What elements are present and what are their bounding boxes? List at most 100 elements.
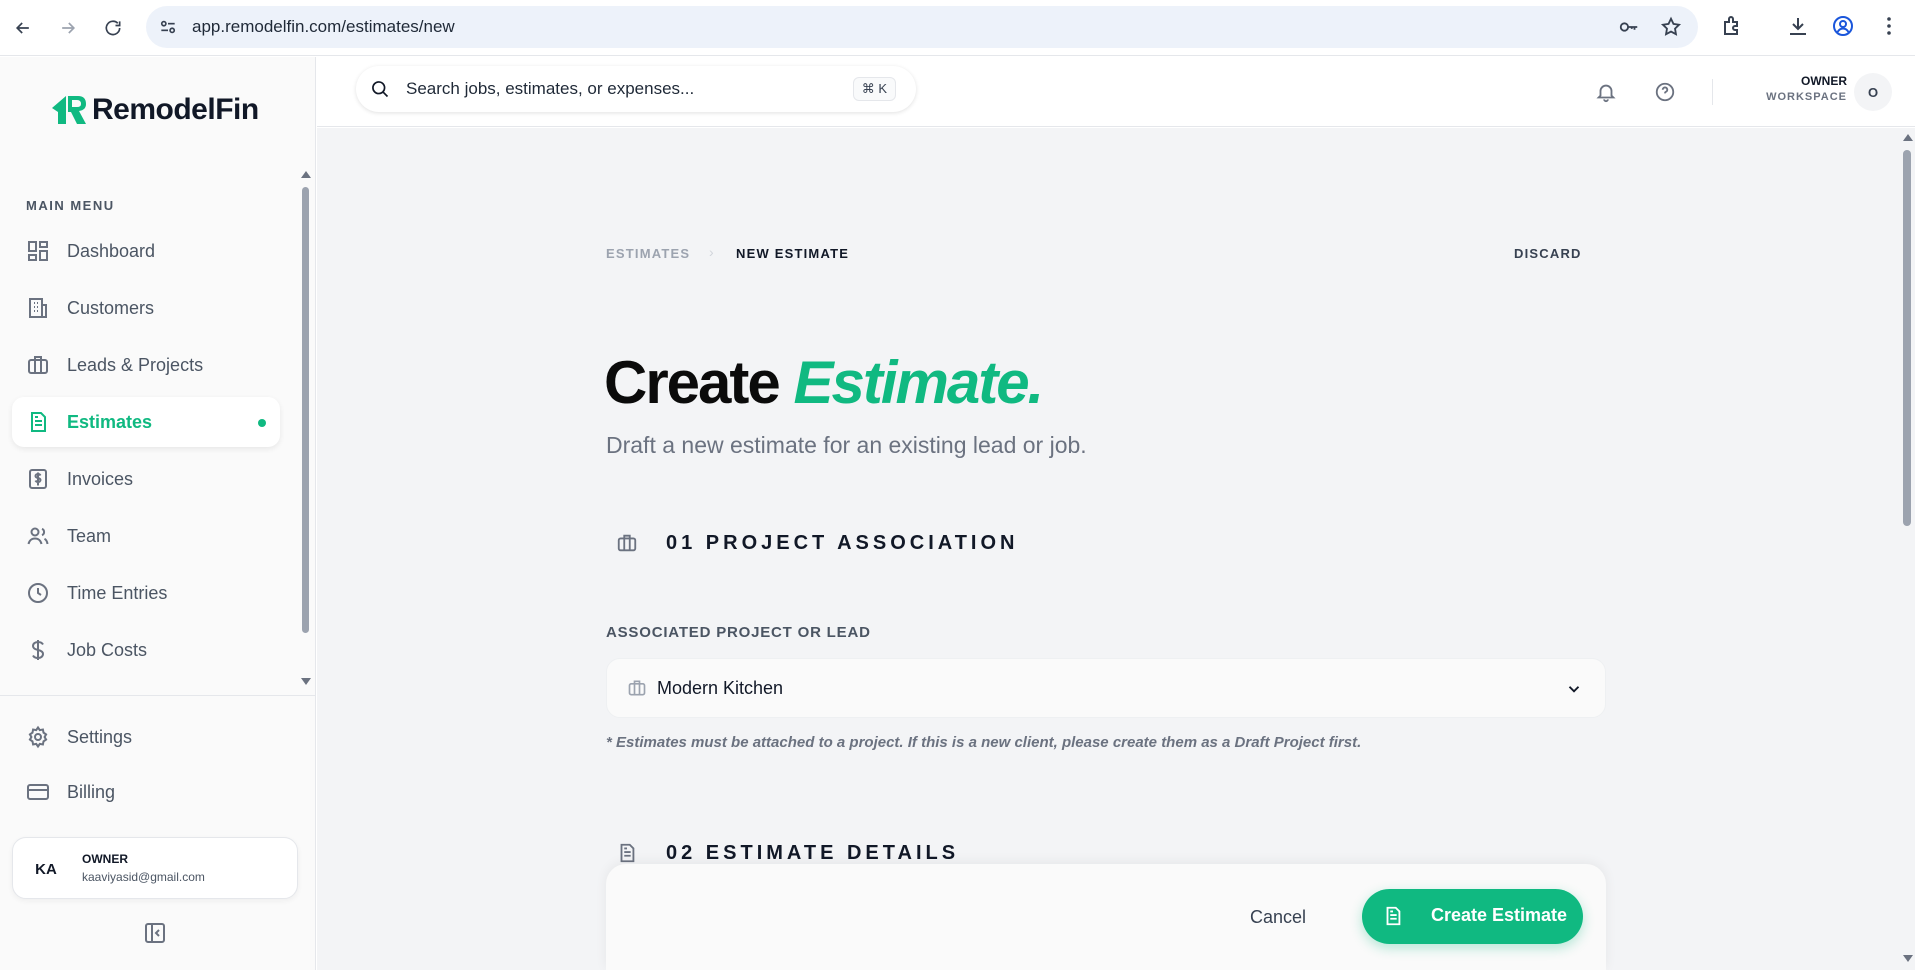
section-title-project-association: 01 PROJECT ASSOCIATION	[666, 532, 1019, 554]
user-role: OWNER	[82, 852, 128, 866]
avatar: KA	[35, 860, 57, 878]
sidebar-item-label: Team	[67, 525, 112, 546]
sidebar-item-customers[interactable]: Customers	[12, 283, 280, 333]
brand-logo[interactable]: RemodelFin	[50, 92, 259, 128]
briefcase-icon	[617, 534, 637, 552]
back-button[interactable]	[8, 13, 38, 43]
clock-icon	[28, 583, 48, 603]
remodelfin-logo-icon	[52, 96, 86, 124]
user-profile-card[interactable]: KA OWNER kaaviyasid@gmail.com	[12, 837, 298, 899]
bell-icon[interactable]	[1595, 81, 1617, 103]
search-icon	[372, 81, 389, 98]
menu-heading: MAIN MENU	[26, 198, 115, 213]
workspace-label: WORKSPACE	[1766, 91, 1847, 103]
main-scrollbar[interactable]	[1899, 128, 1915, 970]
active-indicator-dot	[258, 419, 266, 427]
briefcase-icon	[628, 680, 646, 696]
section-title-estimate-details: 02 ESTIMATE DETAILS	[666, 842, 960, 864]
sidebar-item-dashboard[interactable]: Dashboard	[12, 226, 280, 276]
sidebar-scrollbar-thumb[interactable]	[302, 187, 309, 633]
sidebar-item-settings[interactable]: Settings	[12, 712, 280, 762]
sidebar: RemodelFin MAIN MENU Dashboard Customers…	[0, 57, 316, 970]
sidebar-item-label: Job Costs	[67, 639, 148, 660]
page-title-accent: Estimate.	[793, 349, 1044, 416]
profile-icon[interactable]	[1831, 14, 1855, 38]
page-title: Create Estimate.	[604, 348, 1044, 417]
project-field-label: ASSOCIATED PROJECT OR LEAD	[606, 624, 871, 641]
breadcrumb-estimates[interactable]: ESTIMATES	[606, 246, 690, 261]
create-estimate-label: Create Estimate	[1431, 905, 1568, 925]
gear-icon	[28, 725, 48, 749]
chevron-down-icon	[1568, 686, 1580, 693]
star-icon[interactable]	[1660, 16, 1682, 38]
workspace-role: OWNER	[1801, 74, 1847, 88]
sidebar-item-label: Customers	[67, 297, 155, 318]
project-select-value: Modern Kitchen	[657, 678, 784, 698]
sidebar-item-time-entries[interactable]: Time Entries	[12, 568, 280, 618]
dashboard-icon	[28, 241, 48, 261]
credit-card-icon	[27, 784, 49, 800]
brand-name: RemodelFin	[92, 93, 259, 126]
breadcrumb-separator: ›	[709, 244, 714, 260]
sidebar-item-leads-projects[interactable]: Leads & Projects	[12, 340, 280, 390]
browser-toolbar: app.remodelfin.com/estimates/new	[0, 0, 1915, 56]
address-bar[interactable]: app.remodelfin.com/estimates/new	[146, 6, 1698, 48]
sidebar-item-label: Invoices	[67, 468, 134, 489]
sidebar-item-team[interactable]: Team	[12, 511, 280, 561]
sidebar-item-job-costs[interactable]: Job Costs	[12, 625, 280, 675]
reload-button[interactable]	[98, 13, 128, 43]
download-icon[interactable]	[1786, 14, 1810, 38]
project-select[interactable]: Modern Kitchen	[606, 658, 1606, 718]
workspace-avatar[interactable]: O	[1854, 73, 1892, 111]
scroll-down-arrow-icon[interactable]	[1902, 954, 1914, 964]
sidebar-item-label: Leads & Projects	[67, 354, 204, 375]
sidebar-item-label: Estimates	[67, 411, 153, 432]
forward-button[interactable]	[53, 13, 83, 43]
key-icon[interactable]	[1618, 16, 1640, 38]
document-icon	[620, 843, 635, 863]
discard-button[interactable]: DISCARD	[1514, 246, 1582, 261]
arrow-left-icon	[15, 22, 29, 34]
page-title-plain: Create	[604, 349, 781, 416]
scroll-up-arrow-icon[interactable]	[1902, 132, 1914, 142]
building-icon	[29, 298, 47, 318]
url-text[interactable]: app.remodelfin.com/estimates/new	[192, 17, 455, 37]
sidebar-item-label: Settings	[67, 726, 133, 747]
arrow-right-icon	[62, 22, 76, 34]
search-input[interactable]: Search jobs, estimates, or expenses... ⌘…	[356, 66, 916, 112]
main-scrollbar-thumb[interactable]	[1903, 150, 1911, 526]
reload-icon	[105, 20, 121, 36]
help-icon[interactable]	[1654, 81, 1676, 103]
sidebar-item-label: Billing	[67, 781, 116, 802]
create-estimate-button[interactable]: Create Estimate	[1362, 889, 1583, 944]
breadcrumb-current: NEW ESTIMATE	[736, 246, 850, 261]
document-icon	[31, 412, 46, 432]
sidebar-item-label: Dashboard	[67, 240, 156, 261]
site-settings-icon[interactable]	[158, 17, 178, 37]
users-icon	[27, 527, 49, 545]
keyboard-shortcut-badge: ⌘ K	[852, 77, 896, 101]
dollar-document-icon	[29, 469, 47, 489]
sidebar-item-label: Time Entries	[67, 582, 168, 603]
collapse-sidebar-icon[interactable]	[143, 921, 167, 945]
briefcase-icon	[28, 356, 48, 374]
sidebar-divider	[0, 695, 315, 696]
search-placeholder: Search jobs, estimates, or expenses...	[406, 79, 695, 98]
cancel-button[interactable]: Cancel	[1236, 900, 1320, 934]
extensions-icon[interactable]	[1720, 14, 1744, 38]
more-menu-icon[interactable]	[1877, 14, 1901, 38]
sidebar-scrollbar[interactable]	[298, 169, 312, 689]
scroll-down-arrow-icon[interactable]	[300, 677, 312, 687]
main-content	[317, 128, 1899, 970]
document-icon	[1386, 906, 1401, 926]
top-bar: Search jobs, estimates, or expenses... ⌘…	[317, 57, 1915, 127]
user-email: kaaviyasid@gmail.com	[82, 870, 205, 884]
scroll-up-arrow-icon[interactable]	[300, 169, 312, 179]
sidebar-item-billing[interactable]: Billing	[12, 767, 280, 817]
topbar-separator	[1712, 79, 1713, 105]
page-subtitle: Draft a new estimate for an existing lea…	[606, 432, 1087, 458]
dollar-icon	[31, 640, 45, 660]
sidebar-item-invoices[interactable]: Invoices	[12, 454, 280, 504]
sidebar-item-estimates[interactable]: Estimates	[12, 397, 280, 447]
project-field-note: * Estimates must be attached to a projec…	[606, 734, 1362, 751]
